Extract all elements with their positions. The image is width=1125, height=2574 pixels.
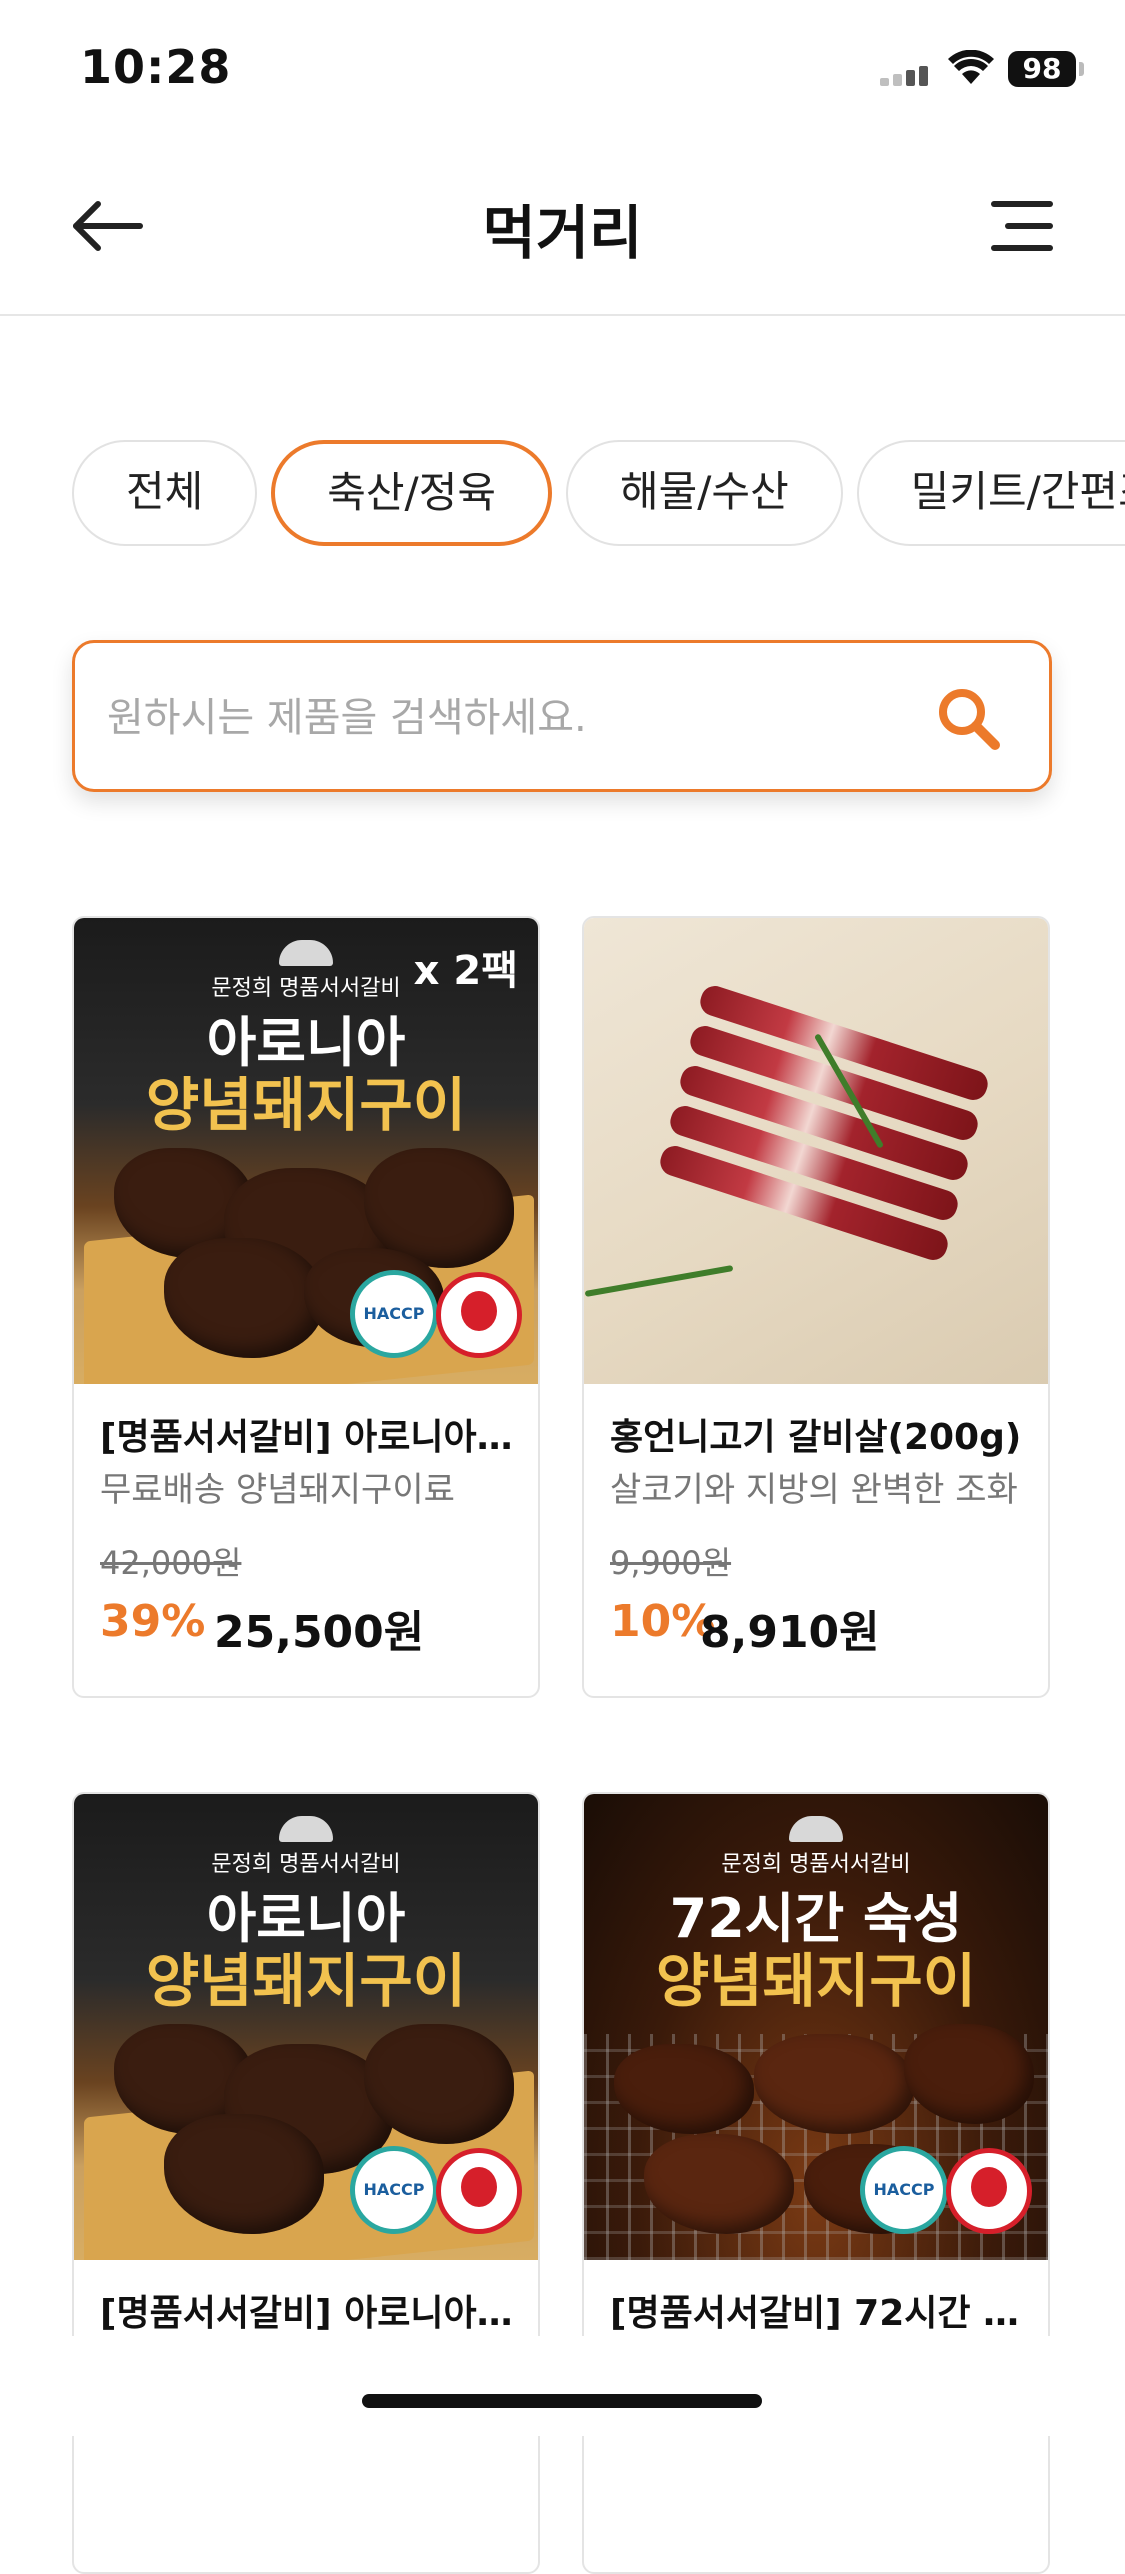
status-bar: 10:28 98 (0, 0, 1125, 140)
award-badge-icon (946, 2148, 1032, 2234)
award-badge-icon (436, 2148, 522, 2234)
haccp-badge: HACCP (350, 2146, 438, 2234)
original-price: 9,900원 (610, 1544, 732, 1582)
product-image: 문정희 명품서서갈비 아로니아 양념돼지구이 HACCP (74, 1794, 538, 2260)
image-subheadline: 양념돼지구이 (145, 1947, 467, 2015)
product-card[interactable]: 문정희 명품서서갈비 x 2팩 아로니아 양념돼지구이 HACCP [명품서서갈… (72, 916, 540, 1698)
pack-badge: x 2팩 (413, 948, 518, 994)
status-time: 10:28 (80, 40, 232, 94)
image-subheadline: 양념돼지구이 (655, 1947, 977, 2015)
chip-meat[interactable]: 축산/정육 (271, 440, 552, 546)
haccp-badge: HACCP (350, 1270, 438, 1358)
chip-mealkit[interactable]: 밀키트/간편조리 (856, 440, 1125, 546)
chip-all[interactable]: 전체 (72, 440, 258, 546)
search-input[interactable] (105, 681, 929, 755)
product-card[interactable]: 문정희 명품서서갈비 아로니아 양념돼지구이 HACCP [명품서서갈비] 아로… (72, 1792, 540, 2574)
search-bar (72, 640, 1052, 792)
product-name: 홍언니고기 갈비살(200g) (610, 1417, 1022, 1458)
brand-logo: 문정희 명품서서갈비 (74, 1816, 538, 1878)
cellular-signal-icon (880, 64, 932, 86)
product-name: [명품서서갈비] 아로니아 양념돼지구이 (100, 1417, 520, 1458)
search-icon[interactable] (933, 683, 1005, 755)
brand-logo: 문정희 명품서서갈비 (584, 1816, 1048, 1878)
product-card[interactable]: 문정희 명품서서갈비 72시간 숙성 양념돼지구이 HACCP [명품서서갈비]… (582, 1792, 1050, 2574)
sale-price: 8,910원 (700, 1607, 880, 1658)
product-name: [명품서서갈비] 72시간 숙성 양념돼지구이 (610, 2293, 1030, 2334)
product-name: [명품서서갈비] 아로니아 양념돼지구이 (100, 2293, 520, 2334)
product-description: 무료배송 양념돼지구이료 (100, 1470, 455, 1510)
product-card[interactable]: 홍언니고기 갈비살(200g) 살코기와 지방의 완벽한 조화 9,900원 1… (582, 916, 1050, 1698)
app-header: 먹거리 (0, 140, 1125, 316)
haccp-badge: HACCP (860, 2146, 948, 2234)
sale-price: 25,500원 (214, 1607, 425, 1658)
original-price: 42,000원 (100, 1544, 242, 1582)
wifi-icon (948, 50, 994, 84)
category-chips: 전체축산/정육해물/수산밀키트/간편조리 (72, 440, 1125, 550)
image-subheadline: 양념돼지구이 (145, 1071, 467, 1139)
battery-cap (1079, 62, 1084, 76)
discount-rate: 39% (100, 1596, 206, 1647)
chip-seafood[interactable]: 해물/수산 (566, 440, 843, 546)
rosemary-sprig (584, 1265, 734, 1297)
home-indicator[interactable] (362, 2394, 762, 2408)
hamburger-menu-icon[interactable] (984, 196, 1054, 256)
page-title: 먹거리 (482, 199, 643, 267)
product-image: 문정희 명품서서갈비 72시간 숙성 양념돼지구이 HACCP (584, 1794, 1048, 2260)
product-image: 문정희 명품서서갈비 x 2팩 아로니아 양념돼지구이 HACCP (74, 918, 538, 1384)
battery-icon: 98 (1008, 51, 1076, 87)
product-image (584, 918, 1048, 1384)
award-badge-icon (436, 1272, 522, 1358)
bottom-safe-area (0, 2336, 1125, 2436)
product-description: 살코기와 지방의 완벽한 조화 (610, 1470, 1018, 1510)
